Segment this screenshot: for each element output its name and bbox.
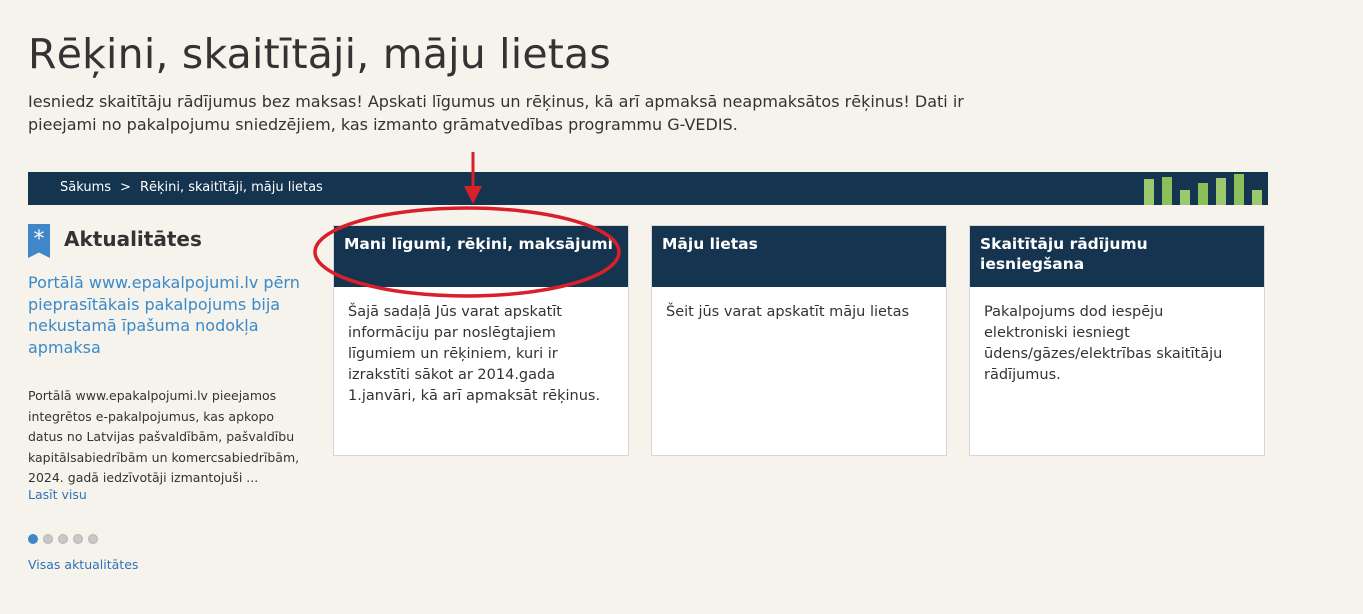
carousel-dot-3[interactable] [58, 534, 68, 544]
all-news-link[interactable]: Visas aktualitātes [28, 557, 138, 572]
read-more-link[interactable]: Lasīt visu [28, 487, 87, 502]
page-title: Rēķini, skaitītāji, māju lietas [28, 30, 611, 78]
breadcrumb-home-link[interactable]: Sākums [60, 180, 111, 195]
carousel-dot-1[interactable] [28, 534, 38, 544]
decorative-bars-graphic [1144, 172, 1266, 205]
carousel-dot-5[interactable] [88, 534, 98, 544]
breadcrumb-current: Rēķini, skaitītāji, māju lietas [139, 180, 323, 195]
news-excerpt: Portālā www.epakalpojumi.lv pieejamos in… [28, 388, 300, 485]
card-description: Pakalpojums dod iespēju elektroniski ies… [984, 304, 1223, 383]
news-section: * Aktualitātes Portālā www.epakalpojumi.… [28, 224, 310, 572]
breadcrumb-separator: > [120, 180, 131, 195]
news-title: Aktualitātes [64, 227, 202, 251]
breadcrumb: Sākums > Rēķini, skaitītāji, māju lietas [28, 172, 1268, 205]
asterisk-bookmark-icon: * [28, 224, 50, 258]
carousel-dot-2[interactable] [43, 534, 53, 544]
card-description: Šajā sadaļā Jūs varat apskatīt informāci… [348, 304, 601, 404]
news-header: * Aktualitātes [28, 224, 310, 258]
carousel-dot-4[interactable] [73, 534, 83, 544]
card-description: Šeit jūs varat apskatīt māju lietas [666, 304, 910, 320]
news-headline-link[interactable]: Portālā www.epakalpojumi.lv pērn piepras… [28, 272, 313, 358]
service-card-meter-readings[interactable]: Skaitītāju rādījumu iesniegšana Pakalpoj… [969, 225, 1265, 456]
page-description: Iesniedz skaitītāju rādījumus bez maksas… [28, 92, 964, 134]
news-carousel-dots [28, 529, 103, 544]
card-title[interactable]: Mani līgumi, rēķini, maksājumi [334, 226, 628, 287]
card-title[interactable]: Māju lietas [652, 226, 946, 287]
service-card-contracts[interactable]: Mani līgumi, rēķini, maksājumi Šajā sada… [333, 225, 629, 456]
card-title[interactable]: Skaitītāju rādījumu iesniegšana [970, 226, 1264, 287]
service-card-house-matters[interactable]: Māju lietas Šeit jūs varat apskatīt māju… [651, 225, 947, 456]
